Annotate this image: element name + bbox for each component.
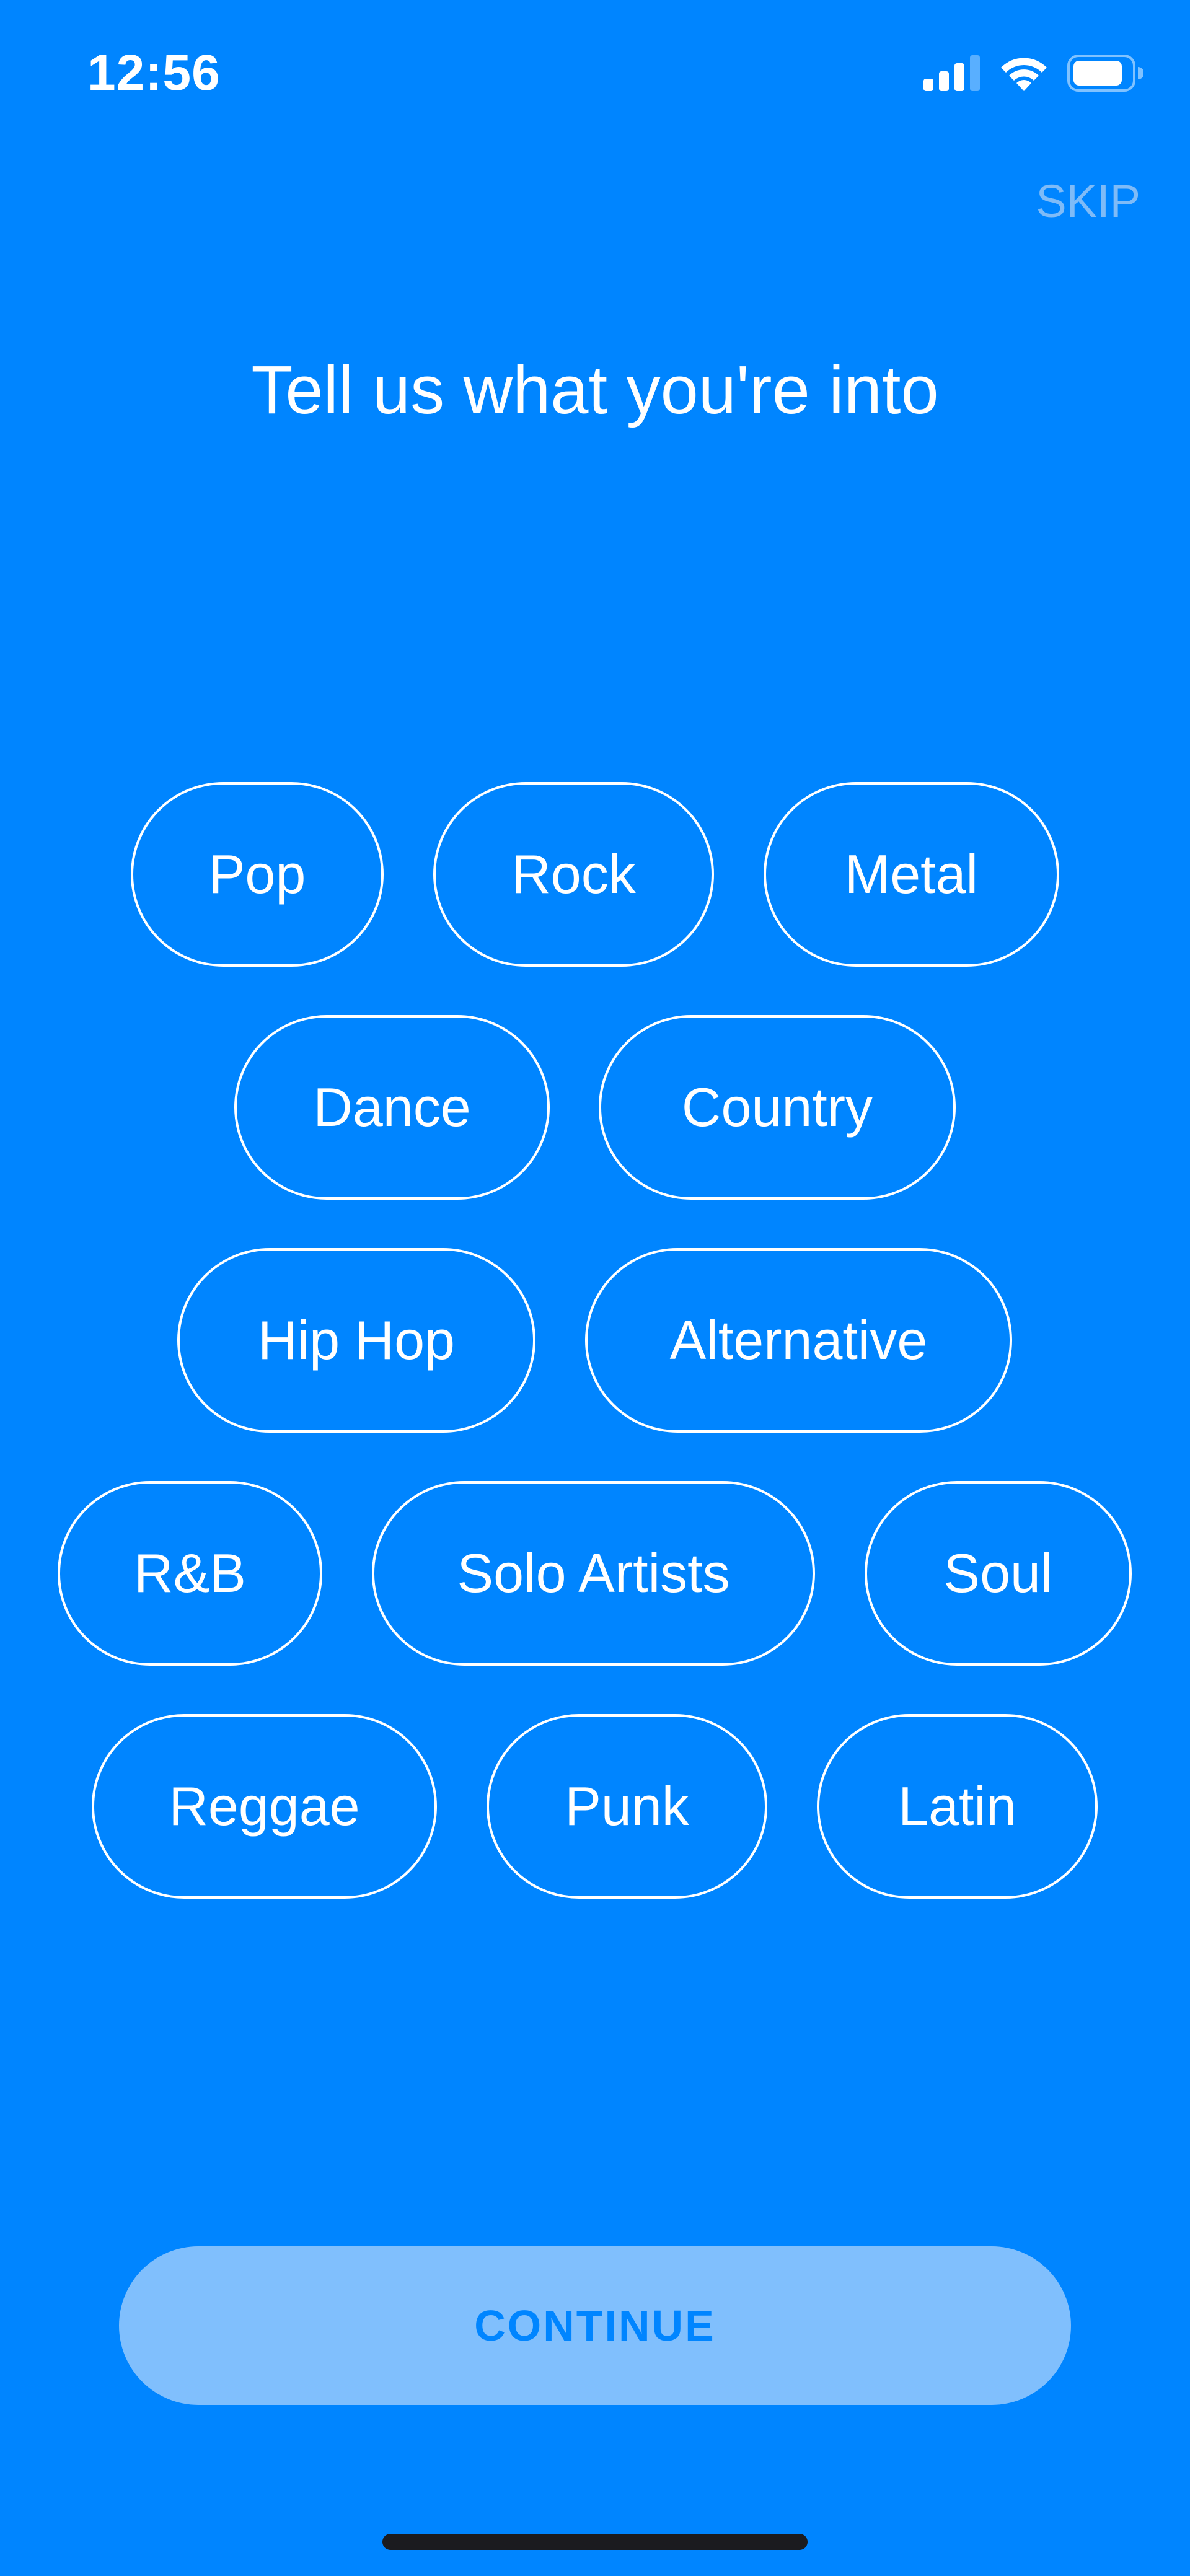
genre-chip-alternative[interactable]: Alternative [585, 1248, 1012, 1433]
genre-chip-metal[interactable]: Metal [764, 782, 1059, 967]
skip-button[interactable]: SKIP [1036, 174, 1140, 229]
page-title: Tell us what you're into [251, 352, 939, 428]
genre-chip-pop[interactable]: Pop [131, 782, 384, 967]
status-icons [923, 51, 1143, 95]
home-indicator[interactable] [382, 2534, 808, 2550]
genre-chip-rnb[interactable]: R&B [58, 1481, 322, 1666]
genre-chip-dance[interactable]: Dance [234, 1015, 550, 1200]
genre-chip-punk[interactable]: Punk [487, 1714, 767, 1899]
battery-icon [1067, 55, 1143, 92]
genre-chip-latin[interactable]: Latin [817, 1714, 1098, 1899]
genre-chip-soul[interactable]: Soul [865, 1481, 1132, 1666]
status-time: 12:56 [87, 45, 221, 101]
genre-chip-reggae[interactable]: Reggae [92, 1714, 437, 1899]
genre-chip-solo-artists[interactable]: Solo Artists [372, 1481, 815, 1666]
cellular-signal-icon [923, 55, 980, 91]
continue-button[interactable]: CONTINUE [119, 2246, 1071, 2405]
wifi-icon [1001, 58, 1047, 91]
genre-chip-country[interactable]: Country [599, 1015, 956, 1200]
genre-chip-rock[interactable]: Rock [433, 782, 714, 967]
genre-chip-hip-hop[interactable]: Hip Hop [177, 1248, 536, 1433]
